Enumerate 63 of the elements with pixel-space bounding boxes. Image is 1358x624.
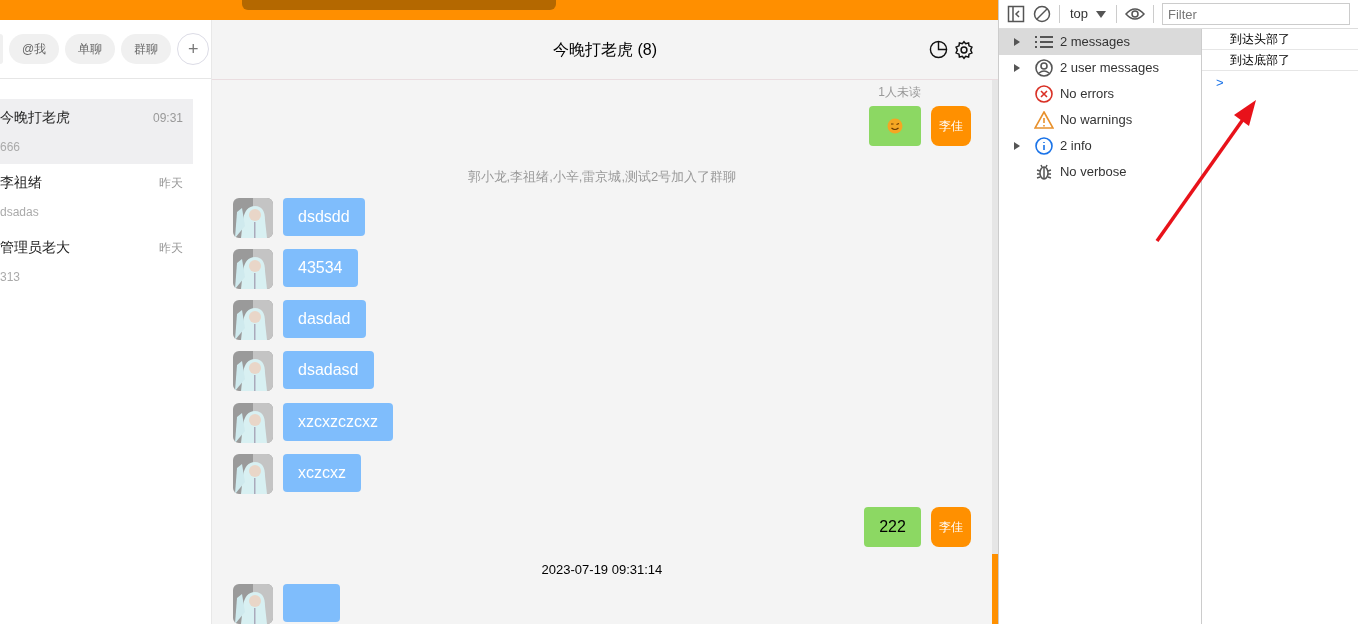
unread-count: 1人未读 (878, 84, 921, 102)
expand-arrow-icon[interactable] (1013, 64, 1020, 72)
conversation-preview: 666 (0, 139, 22, 156)
sidebar-label: 2 messages (1059, 33, 1130, 52)
pie-chart-icon[interactable] (928, 40, 948, 59)
filter-tab[interactable]: @我 (9, 34, 60, 64)
sidebar-label: 2 info (1059, 137, 1092, 156)
conversation-item[interactable]: 李祖绪 昨天 dsadas (0, 164, 193, 229)
sidebar-toggle-icon[interactable] (1006, 5, 1025, 23)
conversation-name: 今晚打老虎 (0, 108, 70, 127)
console-sidebar-item[interactable]: No errors (998, 81, 1201, 107)
system-notice: 郭小龙,李祖绪,小辛,雷京城,测试2号加入了群聊 (467, 168, 737, 187)
console-message: 到达底部了 (1229, 52, 1290, 69)
filter-tab[interactable]: 单聊 (65, 34, 116, 64)
context-dropdown[interactable]: top (1067, 4, 1108, 24)
avatar: 李佳 (930, 506, 971, 547)
conversation-time: 09:31 (152, 109, 183, 127)
conversation-name: 李祖绪 (0, 173, 42, 192)
message-bubble: dsdsdd (283, 198, 365, 237)
message-bubble (283, 583, 340, 622)
expand-arrow-icon[interactable] (1013, 38, 1020, 46)
message-bubble: xczcxz (283, 453, 361, 492)
bug-icon (1035, 163, 1052, 181)
clear-console-icon[interactable] (1032, 5, 1051, 23)
message-bubble: 43534 (283, 249, 358, 288)
smiley-icon (886, 118, 903, 135)
filter-tab[interactable]: 群聊 (121, 34, 172, 64)
sidebar-label: No errors (1059, 85, 1115, 104)
eye-icon[interactable] (1125, 7, 1145, 21)
message-bubble: dsadasd (283, 351, 374, 390)
message-bubble: xzcxzczcxz (283, 402, 393, 441)
user-icon (1034, 59, 1053, 77)
sidebar-label: No warnings (1059, 111, 1133, 130)
list-icon (1034, 35, 1053, 49)
console-prompt[interactable]: > (1215, 73, 1224, 93)
conversation-preview: 313 (0, 269, 22, 286)
console-sidebar-item[interactable]: No verbose (998, 159, 1201, 185)
caret-icon (1096, 10, 1106, 18)
chat-title: 今晚打老虎 (8) (552, 39, 657, 60)
settings-icon[interactable] (953, 40, 974, 60)
expand-arrow-icon[interactable] (1013, 142, 1020, 150)
conversation-time: 昨天 (159, 239, 183, 257)
console-sidebar-item[interactable]: 2 user messages (998, 55, 1201, 81)
timestamp: 2023-07-19 09:31:14 (541, 561, 663, 580)
warning-icon (1033, 111, 1054, 129)
sidebar-label: 2 user messages (1059, 59, 1159, 78)
info-icon (1034, 137, 1053, 155)
conversation-item[interactable]: 管理员老大 昨天 313 (0, 229, 193, 294)
message-bubble: 222 (864, 506, 921, 547)
message-bubble: dasdad (283, 300, 366, 339)
conversation-preview: dsadas (0, 204, 40, 221)
sidebar-label: No verbose (1059, 163, 1127, 182)
conversation-name: 管理员老大 (0, 238, 70, 257)
avatar: 李佳 (930, 106, 971, 147)
console-sidebar-item[interactable]: 2 messages (998, 29, 1201, 55)
conversation-time: 昨天 (159, 174, 183, 192)
console-sidebar-item[interactable]: No warnings (998, 107, 1201, 133)
console-sidebar-item[interactable]: 2 info (998, 133, 1201, 159)
filter-field[interactable]: Filter (1162, 3, 1350, 25)
console-message: 到达头部了 (1229, 31, 1290, 48)
conversation-item[interactable]: 今晚打老虎 09:31 666 (0, 99, 193, 164)
error-icon (1034, 85, 1053, 103)
scrollbar-thumb[interactable] (991, 554, 998, 624)
